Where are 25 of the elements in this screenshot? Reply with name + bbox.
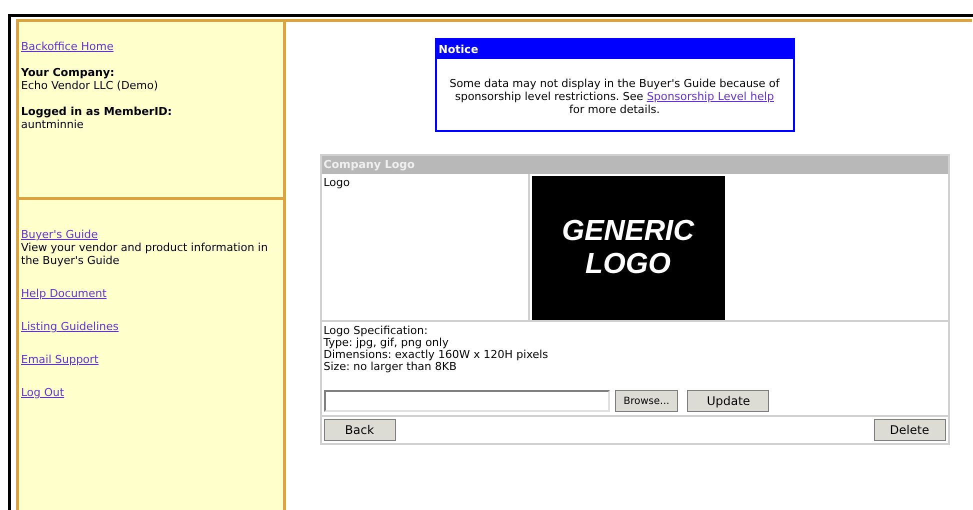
notice-title: Notice [436, 40, 792, 59]
spec-line: Type: jpg, gif, png only [324, 337, 450, 349]
home-link[interactable]: Backoffice Home [21, 40, 114, 53]
company-label: Your Company: [21, 66, 116, 79]
spec-line: Logo Specification: [324, 325, 429, 337]
update-button[interactable]: Update [687, 390, 770, 412]
logo-label: Logo [324, 176, 350, 189]
browse-button[interactable]: Browse... [614, 390, 678, 412]
nav-link[interactable]: Email Support [21, 353, 98, 366]
nav-link[interactable]: Help Document [21, 287, 107, 300]
sponsorship-link[interactable]: Sponsorship Level help [646, 90, 774, 103]
member-value: auntminnie [21, 118, 85, 131]
back-button[interactable]: Back [324, 419, 396, 441]
spec-line: Dimensions: exactly 160W x 120H pixels [324, 349, 550, 361]
member-label: Logged in as MemberID: [21, 105, 173, 118]
file-path-field[interactable] [324, 390, 610, 412]
delete-button[interactable]: Delete [874, 419, 946, 441]
company-value: Echo Vendor LLC (Demo) [21, 79, 160, 92]
nav-link[interactable]: Listing Guidelines [21, 320, 119, 333]
notice-text: Some data may not display in the Buyer's Guide because of sponsorship level restrictions. See Sponsorship Level help for more details. [448, 76, 781, 118]
spec-line: Size: no larger than 8KB [324, 361, 458, 373]
nav-link[interactable]: Buyer's Guide [21, 228, 98, 241]
nav-link[interactable]: Log Out [21, 386, 64, 399]
logo-preview: GENERIC LOGO [532, 176, 724, 320]
link-description: View your vendor and product information in the Buyer's Guide [21, 241, 269, 267]
